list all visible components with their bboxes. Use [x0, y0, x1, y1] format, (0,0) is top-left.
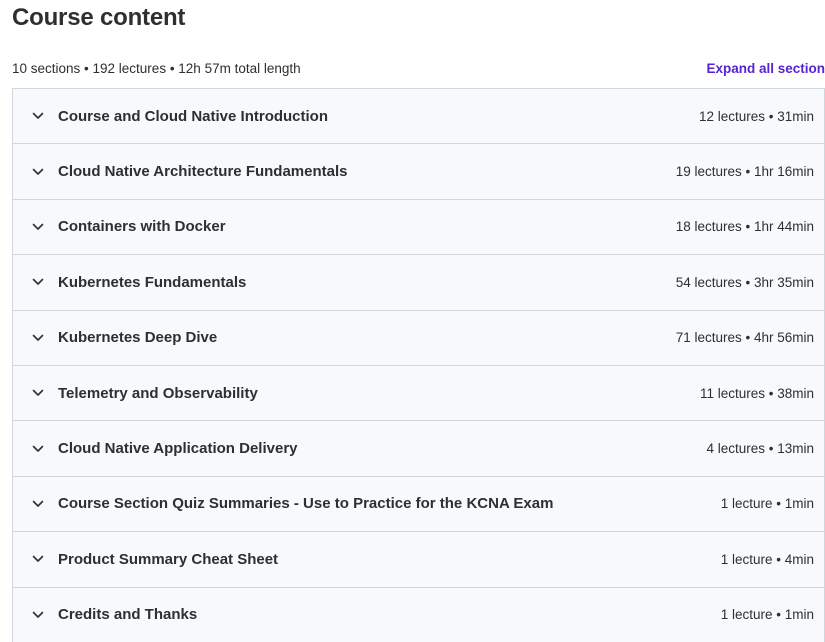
section-item[interactable]: Kubernetes Deep Dive 71 lectures • 4hr 5… — [13, 310, 824, 366]
expand-all-sections-button[interactable]: Expand all section — [706, 61, 825, 76]
section-title: Course and Cloud Native Introduction — [58, 107, 329, 125]
chevron-down-icon — [31, 109, 45, 123]
section-item[interactable]: Kubernetes Fundamentals 54 lectures • 3h… — [13, 255, 824, 311]
section-item[interactable]: Cloud Native Application Delivery 4 lect… — [13, 421, 824, 477]
section-item[interactable]: Credits and Thanks 1 lecture • 1min — [13, 587, 824, 642]
section-item[interactable]: Product Summary Cheat Sheet 1 lecture • … — [13, 532, 824, 588]
section-meta: 71 lectures • 4hr 56min — [675, 330, 814, 346]
section-meta: 1 lecture • 4min — [720, 551, 814, 567]
section-list: Course and Cloud Native Introduction 12 … — [12, 88, 825, 642]
chevron-down-icon — [31, 608, 45, 622]
chevron-down-icon — [31, 497, 45, 511]
section-meta: 54 lectures • 3hr 35min — [675, 274, 814, 290]
chevron-down-icon — [31, 275, 45, 289]
section-title: Cloud Native Application Delivery — [58, 440, 298, 458]
section-item[interactable]: Containers with Docker 18 lectures • 1hr… — [13, 199, 824, 256]
section-meta: 19 lectures • 1hr 16min — [675, 164, 814, 180]
section-title: Product Summary Cheat Sheet — [58, 550, 279, 568]
section-meta: 4 lectures • 13min — [706, 441, 814, 457]
section-title: Kubernetes Deep Dive — [58, 329, 218, 347]
chevron-down-icon — [31, 220, 45, 234]
chevron-down-icon — [31, 552, 45, 566]
section-title: Credits and Thanks — [58, 606, 198, 624]
chevron-down-icon — [31, 165, 45, 179]
course-summary: 10 sections • 192 lectures • 12h 57m tot… — [12, 60, 301, 76]
chevron-down-icon — [31, 386, 45, 400]
course-content-page: Course content 10 sections • 192 lecture… — [0, 0, 825, 642]
section-meta: 11 lectures • 38min — [699, 385, 814, 401]
section-meta: 1 lecture • 1min — [720, 496, 814, 512]
section-meta: 1 lecture • 1min — [720, 607, 814, 623]
section-item[interactable]: Course Section Quiz Summaries - Use to P… — [13, 476, 824, 533]
section-meta: 12 lectures • 31min — [698, 108, 814, 124]
section-item[interactable]: Course and Cloud Native Introduction 12 … — [13, 89, 824, 145]
chevron-down-icon — [31, 442, 45, 456]
section-title: Course Section Quiz Summaries - Use to P… — [58, 495, 554, 513]
course-summary-row: 10 sections • 192 lectures • 12h 57m tot… — [12, 58, 825, 78]
section-title: Cloud Native Architecture Fundamentals — [58, 163, 348, 181]
section-title: Kubernetes Fundamentals — [58, 273, 247, 291]
section-title: Telemetry and Observability — [58, 384, 258, 402]
chevron-down-icon — [31, 331, 45, 345]
section-item[interactable]: Telemetry and Observability 11 lectures … — [13, 365, 824, 422]
section-item[interactable]: Cloud Native Architecture Fundamentals 1… — [13, 144, 824, 200]
section-title: Containers with Docker — [58, 218, 226, 236]
page-title: Course content — [12, 4, 186, 31]
section-meta: 18 lectures • 1hr 44min — [675, 219, 814, 235]
